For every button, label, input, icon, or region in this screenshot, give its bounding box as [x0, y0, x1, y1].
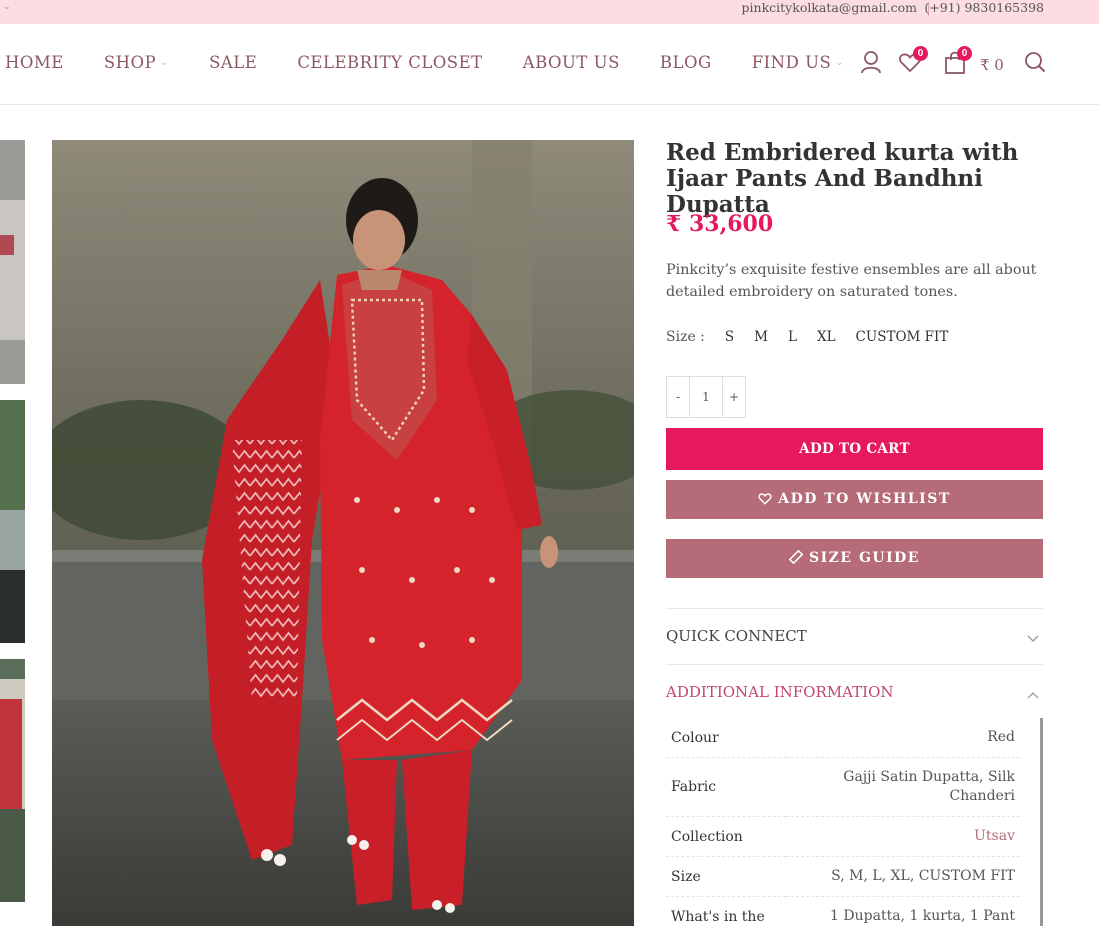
- attribute-label: Collection: [666, 816, 786, 857]
- size-option-m[interactable]: M: [754, 329, 768, 345]
- collection-link[interactable]: Utsav: [786, 816, 1020, 857]
- top-bar: ⌄ pinkcitykolkata@gmail.com (+91) 983016…: [0, 0, 1099, 24]
- product-description: Pinkcity’s exquisite festive ensembles a…: [666, 262, 1037, 300]
- table-row: Collection Utsav: [666, 816, 1020, 857]
- size-guide-button[interactable]: SIZE GUIDE: [666, 539, 1043, 578]
- nav-item-shop[interactable]: SHOP ⌄: [104, 53, 169, 72]
- table-row: Fabric Gajji Satin Dupatta, Silk Chander…: [666, 757, 1020, 817]
- shopping-bag-icon[interactable]: 0: [944, 46, 972, 78]
- cart-count-badge: 0: [957, 46, 972, 61]
- nav-item-blog[interactable]: BLOG: [660, 53, 712, 72]
- product-main-image[interactable]: [52, 140, 634, 926]
- chevron-down-icon: ⌄: [160, 57, 170, 68]
- attribute-value: 1 Dupatta, 1 kurta, 1 Pant: [786, 896, 1020, 926]
- attribute-value: Gajji Satin Dupatta, Silk Chanderi: [786, 757, 1020, 817]
- accordion-title: ADDITIONAL INFORMATION: [666, 683, 894, 701]
- accordion-quick-connect[interactable]: QUICK CONNECT: [666, 608, 1043, 664]
- size-option-xl[interactable]: XL: [817, 329, 836, 345]
- size-label: Size :: [666, 329, 705, 345]
- nav-label: CELEBRITY CLOSET: [297, 53, 483, 72]
- nav-item-home[interactable]: HOME: [5, 53, 64, 72]
- ruler-icon: [788, 549, 804, 565]
- cart-total[interactable]: ₹ 0: [980, 56, 1004, 74]
- nav-label: ABOUT US: [522, 53, 620, 72]
- table-row: What's in the 1 Dupatta, 1 kurta, 1 Pant: [666, 896, 1020, 926]
- attributes-table: Colour Red Fabric Gajji Satin Dupatta, S…: [666, 718, 1020, 926]
- nav-label: FIND US: [751, 53, 832, 72]
- nav-item-find-us[interactable]: FIND US ⌄: [752, 53, 844, 72]
- attribute-value: Red: [786, 718, 1020, 758]
- nav-label: SALE: [209, 53, 258, 72]
- gallery-thumbnail[interactable]: [0, 140, 25, 384]
- chevron-down-icon[interactable]: ⌄: [3, 2, 11, 12]
- scrollbar[interactable]: [1040, 718, 1043, 926]
- site-header: HOME SHOP ⌄ SALE CELEBRITY CLOSET ABOUT U…: [0, 24, 1099, 105]
- add-to-wishlist-button[interactable]: ADD TO WISHLIST: [666, 480, 1043, 519]
- search-icon[interactable]: [1024, 50, 1046, 78]
- accordion-additional-information[interactable]: ADDITIONAL INFORMATION: [666, 664, 1043, 720]
- add-to-wishlist-label: ADD TO WISHLIST: [778, 491, 951, 507]
- attribute-label: Colour: [666, 718, 786, 758]
- additional-information-panel: Colour Red Fabric Gajji Satin Dupatta, S…: [666, 718, 1043, 926]
- main-nav: HOME SHOP ⌄ SALE CELEBRITY CLOSET ABOUT U…: [5, 53, 884, 72]
- user-icon[interactable]: [860, 50, 882, 78]
- table-row: Size S, M, L, XL, CUSTOM FIT: [666, 856, 1020, 897]
- product-price: ₹ 33,600: [666, 211, 774, 237]
- table-row: Colour Red: [666, 718, 1020, 758]
- quantity-input[interactable]: 1: [690, 376, 722, 418]
- size-guide-label: SIZE GUIDE: [809, 550, 920, 566]
- size-option-l[interactable]: L: [788, 329, 797, 345]
- product-title: Red Embridered kurta with Ijaar Pants An…: [666, 139, 1019, 218]
- heart-icon[interactable]: 0: [898, 46, 928, 78]
- size-selector: Size : S M L XL CUSTOM FIT: [666, 329, 968, 345]
- contact-email[interactable]: pinkcitykolkata@gmail.com: [742, 0, 917, 15]
- chevron-down-icon: [1027, 629, 1039, 647]
- accordion-title: QUICK CONNECT: [666, 627, 807, 645]
- nav-label: HOME: [5, 53, 64, 72]
- nav-item-sale[interactable]: SALE: [209, 53, 257, 72]
- chevron-down-icon: ⌄: [835, 57, 845, 68]
- gallery-thumbnail[interactable]: [0, 659, 25, 902]
- contact-phone[interactable]: (+91) 9830165398: [924, 0, 1044, 15]
- attribute-label: What's in the: [666, 896, 786, 926]
- wishlist-count-badge: 0: [913, 46, 928, 61]
- attribute-label: Size: [666, 856, 786, 897]
- nav-label: BLOG: [659, 53, 712, 72]
- nav-item-celebrity-closet[interactable]: CELEBRITY CLOSET: [297, 53, 482, 72]
- nav-item-about-us[interactable]: ABOUT US: [523, 53, 620, 72]
- attribute-label: Fabric: [666, 757, 786, 817]
- size-option-s[interactable]: S: [725, 329, 734, 345]
- quantity-increase-button[interactable]: +: [722, 376, 746, 418]
- add-to-cart-button[interactable]: ADD TO CART: [666, 428, 1043, 470]
- heart-icon: [758, 493, 772, 505]
- nav-label: SHOP: [103, 53, 157, 72]
- size-option-custom-fit[interactable]: CUSTOM FIT: [856, 329, 949, 345]
- chevron-up-icon: [1027, 685, 1039, 703]
- attribute-value: S, M, L, XL, CUSTOM FIT: [786, 856, 1020, 897]
- quantity-decrease-button[interactable]: -: [666, 376, 690, 418]
- gallery-thumbnail[interactable]: [0, 400, 25, 643]
- header-icons: 0 0: [858, 46, 1048, 80]
- quantity-stepper: - 1 +: [666, 376, 746, 418]
